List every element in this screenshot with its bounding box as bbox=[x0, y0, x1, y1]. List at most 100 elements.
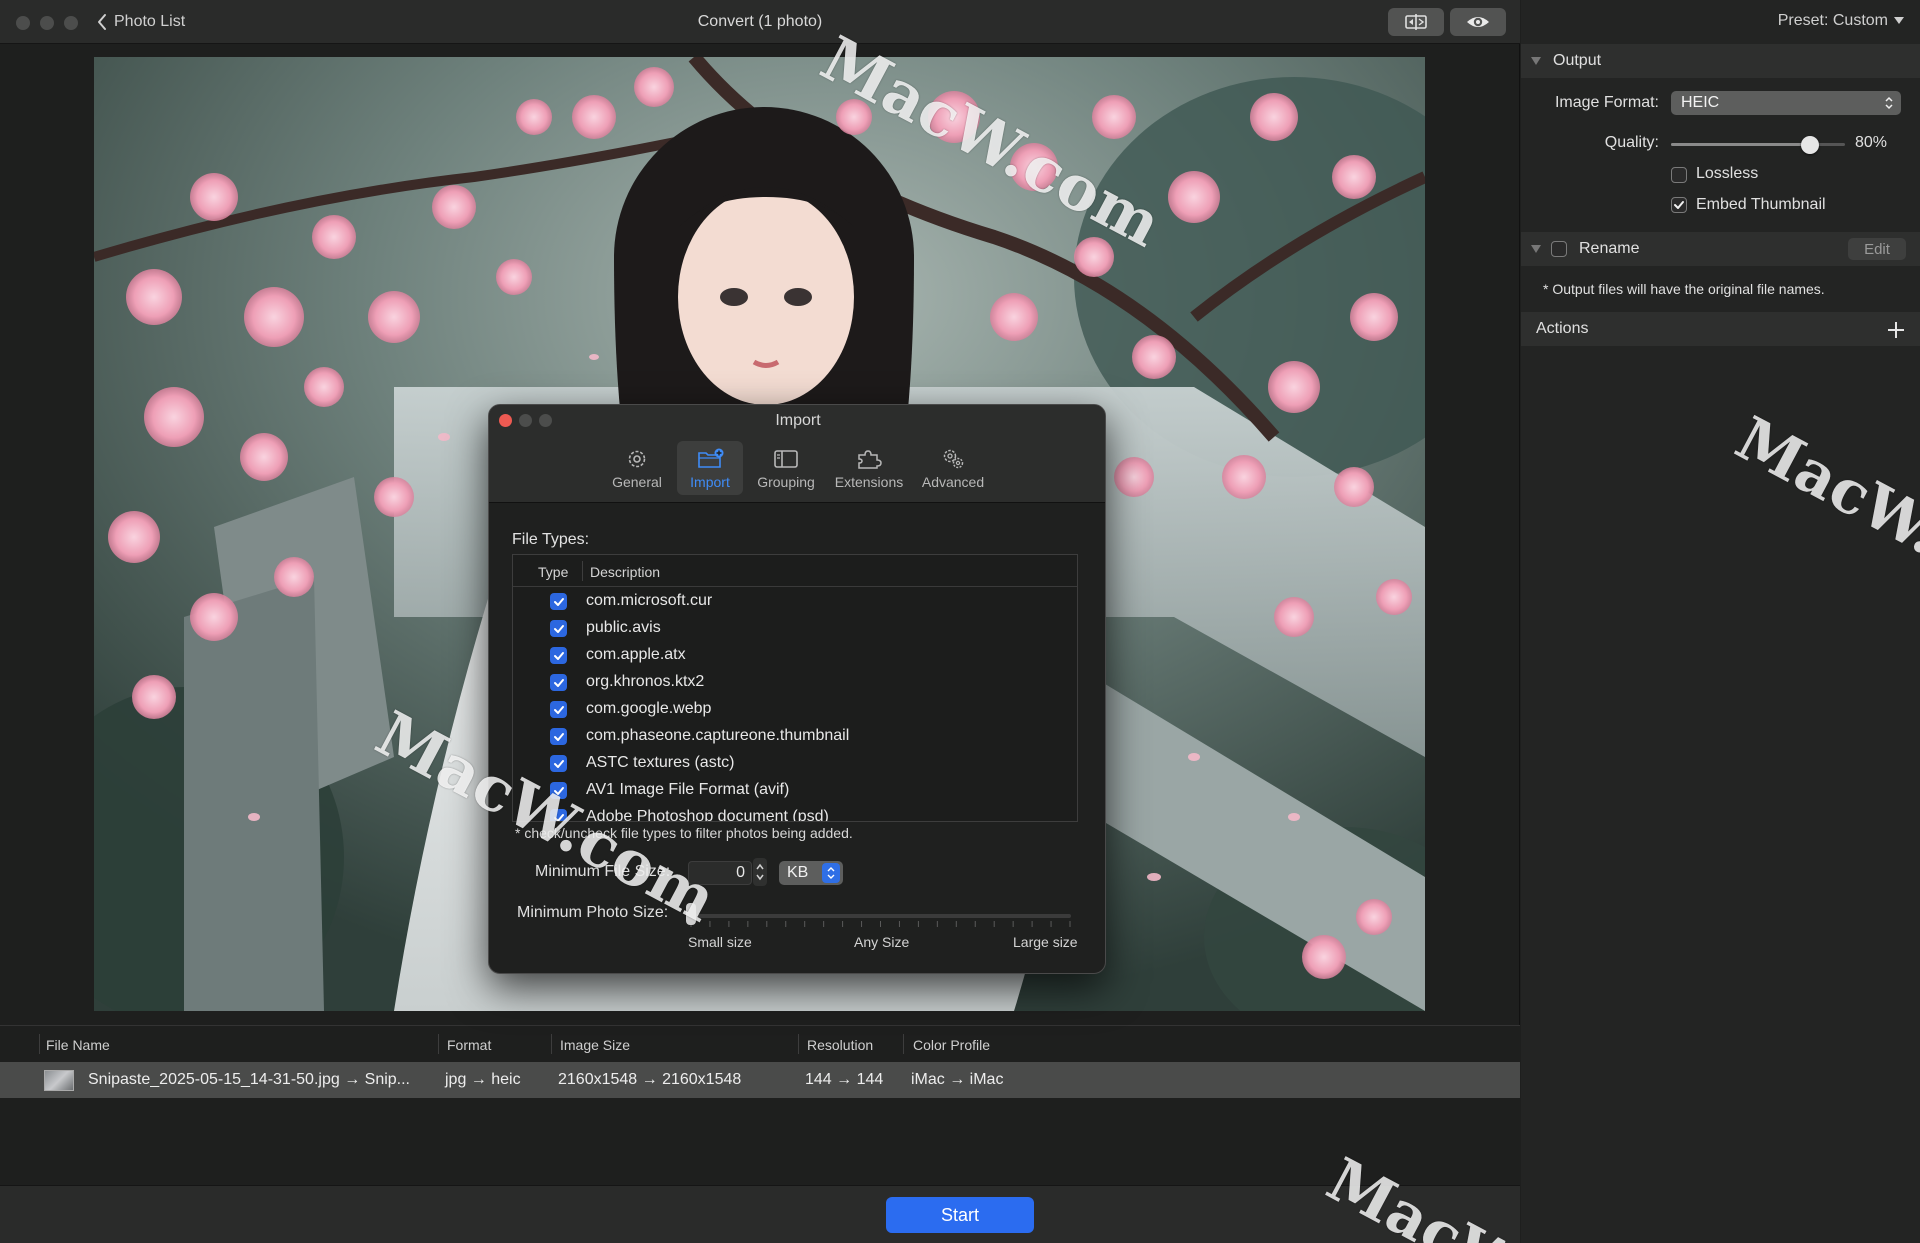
column-type[interactable]: Type bbox=[538, 564, 568, 580]
chevron-left-icon bbox=[98, 14, 106, 30]
preview-toggle-button[interactable] bbox=[1450, 8, 1506, 36]
file-size-unit-select[interactable]: KB bbox=[779, 861, 843, 885]
file-type-checkbox[interactable] bbox=[550, 647, 567, 664]
file-type-description: AV1 Image File Format (avif) bbox=[586, 781, 790, 798]
file-type-checkbox[interactable] bbox=[550, 620, 567, 637]
file-type-checkbox[interactable] bbox=[550, 674, 567, 691]
window-minimize-button[interactable] bbox=[40, 16, 54, 30]
slider-label-any: Any Size bbox=[854, 934, 910, 950]
gears-icon bbox=[943, 449, 964, 469]
sidebar-panel-icon bbox=[774, 450, 798, 468]
column-resolution[interactable]: Resolution bbox=[807, 1037, 873, 1053]
file-type-checkbox[interactable] bbox=[550, 728, 567, 745]
tab-advanced[interactable]: Advanced bbox=[917, 441, 989, 495]
disclosure-triangle-icon bbox=[1531, 57, 1541, 65]
list-item[interactable]: com.microsoft.cur bbox=[513, 588, 1077, 615]
file-type-checkbox[interactable] bbox=[550, 755, 567, 772]
cell-format: jpg → heic bbox=[445, 1071, 521, 1088]
compare-view-button[interactable] bbox=[1388, 8, 1444, 36]
settings-sidebar: Preset: Custom Output Image Format: HEIC… bbox=[1521, 0, 1920, 1243]
min-photo-size-label: Minimum Photo Size: bbox=[517, 904, 669, 921]
quality-label: Quality: bbox=[1604, 134, 1659, 151]
output-section-header[interactable]: Output bbox=[1521, 44, 1920, 78]
checkmark-icon bbox=[553, 759, 564, 768]
min-photo-size-slider-knob[interactable] bbox=[686, 903, 696, 925]
list-item[interactable]: public.avis bbox=[513, 615, 1077, 642]
slider-ticks bbox=[690, 921, 1071, 927]
dialog-toolbar: Import General Import Grouping Extension… bbox=[489, 405, 1105, 503]
file-type-description: com.phaseone.captureone.thumbnail bbox=[586, 727, 850, 744]
checkmark-icon bbox=[553, 624, 564, 633]
list-item[interactable]: com.phaseone.captureone.thumbnail bbox=[513, 723, 1077, 750]
list-item[interactable]: ASTC textures (astc) bbox=[513, 750, 1077, 777]
image-format-value: HEIC bbox=[1681, 94, 1720, 111]
window-zoom-button[interactable] bbox=[64, 16, 78, 30]
checkmark-icon bbox=[553, 597, 564, 606]
column-description[interactable]: Description bbox=[590, 564, 660, 580]
cell-color-profile: iMac → iMac bbox=[911, 1071, 1004, 1088]
table-row[interactable]: Snipaste_2025-05-15_14-31-50.jpg → Snip.… bbox=[0, 1062, 1520, 1098]
tab-general[interactable]: General bbox=[609, 441, 665, 495]
column-color-profile[interactable]: Color Profile bbox=[913, 1037, 990, 1053]
lossless-label: Lossless bbox=[1696, 165, 1759, 182]
back-label: Photo List bbox=[114, 13, 186, 30]
tab-advanced-label: Advanced bbox=[921, 474, 985, 490]
file-type-checkbox[interactable] bbox=[550, 809, 567, 821]
quality-slider-knob[interactable] bbox=[1801, 136, 1820, 154]
checkmark-icon bbox=[553, 678, 564, 687]
file-type-description: org.khronos.ktx2 bbox=[586, 673, 705, 690]
start-button[interactable]: Start bbox=[886, 1197, 1034, 1233]
import-preferences-dialog: Import General Import Grouping Extension… bbox=[488, 404, 1106, 974]
folder-plus-icon bbox=[698, 448, 724, 468]
tab-import-label: Import bbox=[690, 474, 730, 490]
file-types-label: File Types: bbox=[512, 531, 590, 548]
bottom-bar: Start bbox=[0, 1185, 1520, 1243]
tab-grouping-label: Grouping bbox=[757, 474, 815, 490]
min-file-size-stepper[interactable] bbox=[753, 858, 767, 886]
preset-menu[interactable]: Preset: Custom bbox=[1778, 12, 1904, 30]
min-photo-size-slider-track[interactable] bbox=[690, 914, 1071, 918]
rename-note: * Output files will have the original fi… bbox=[1543, 281, 1825, 297]
list-item[interactable]: Adobe Photoshop document (psd) bbox=[513, 804, 1077, 821]
file-type-description: com.apple.atx bbox=[586, 646, 686, 663]
min-file-size-input[interactable]: 0 bbox=[688, 861, 752, 885]
file-types-note: * check/uncheck file types to filter pho… bbox=[515, 825, 853, 841]
rename-checkbox[interactable] bbox=[1551, 241, 1567, 257]
embed-thumbnail-checkbox[interactable] bbox=[1671, 197, 1687, 213]
checkmark-icon bbox=[553, 786, 564, 795]
rename-edit-button[interactable]: Edit bbox=[1848, 238, 1906, 260]
list-item[interactable]: com.apple.atx bbox=[513, 642, 1077, 669]
quality-slider-fill bbox=[1671, 143, 1811, 146]
stepper-arrows-icon bbox=[756, 863, 764, 881]
tab-import[interactable]: Import bbox=[677, 441, 743, 495]
disclosure-triangle-icon bbox=[1531, 245, 1541, 253]
list-item[interactable]: org.khronos.ktx2 bbox=[513, 669, 1077, 696]
add-action-icon[interactable] bbox=[1886, 320, 1906, 340]
watermark: MacW.c bbox=[1724, 403, 1920, 587]
list-item[interactable]: AV1 Image File Format (avif) bbox=[513, 777, 1077, 804]
file-type-description: com.microsoft.cur bbox=[586, 592, 713, 609]
select-arrows-icon bbox=[822, 863, 840, 883]
file-type-checkbox[interactable] bbox=[550, 701, 567, 718]
file-types-table: Type Description com.microsoft.cur public… bbox=[512, 554, 1078, 822]
embed-thumbnail-label: Embed Thumbnail bbox=[1696, 196, 1826, 213]
file-type-checkbox[interactable] bbox=[550, 782, 567, 799]
column-file-name[interactable]: File Name bbox=[46, 1037, 110, 1053]
file-types-table-header: Type Description bbox=[513, 555, 1077, 587]
slider-label-small: Small size bbox=[688, 934, 752, 950]
checkmark-icon bbox=[1674, 201, 1684, 209]
cell-image-size: 2160x1548 → 2160x1548 bbox=[558, 1071, 742, 1088]
lossless-checkbox[interactable] bbox=[1671, 167, 1687, 183]
back-to-photo-list-button[interactable]: Photo List bbox=[96, 11, 185, 33]
column-format[interactable]: Format bbox=[447, 1037, 491, 1053]
column-image-size[interactable]: Image Size bbox=[560, 1037, 630, 1053]
tab-extensions[interactable]: Extensions bbox=[829, 441, 909, 495]
window-close-button[interactable] bbox=[16, 16, 30, 30]
compare-icon bbox=[1405, 14, 1427, 30]
list-item[interactable]: com.google.webp bbox=[513, 696, 1077, 723]
checkmark-icon bbox=[553, 651, 564, 660]
file-type-checkbox[interactable] bbox=[550, 593, 567, 610]
tab-grouping[interactable]: Grouping bbox=[751, 441, 821, 495]
image-format-select[interactable]: HEIC bbox=[1671, 91, 1901, 115]
titlebar: Photo List Convert (1 photo) bbox=[0, 0, 1520, 44]
